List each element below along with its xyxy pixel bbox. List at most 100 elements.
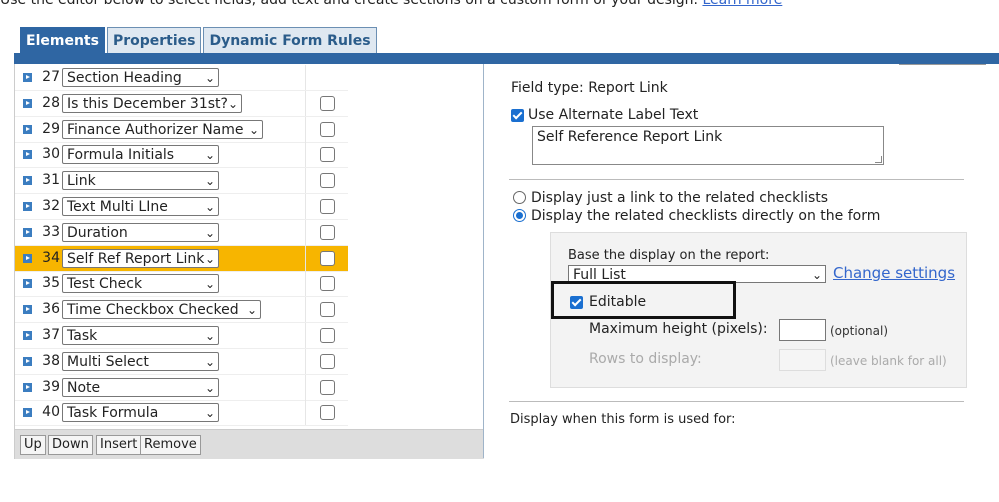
expand-arrow-icon[interactable] [23, 227, 32, 237]
editable-checkbox[interactable] [570, 296, 583, 309]
table-row[interactable]: 39 Note ⌄ [15, 374, 348, 401]
field-select[interactable]: Duration ⌄ [62, 222, 219, 242]
table-row[interactable]: 34 Self Ref Report Link ⌄ [15, 245, 348, 272]
tab-elements[interactable]: Elements [20, 27, 105, 54]
field-number: 29 [42, 120, 60, 137]
table-row[interactable]: 32 Text Multi LIne ⌄ [15, 194, 348, 220]
chevron-down-icon: ⌄ [204, 148, 215, 163]
field-select[interactable]: Text Multi LIne ⌄ [62, 197, 219, 216]
expand-arrow-icon[interactable] [23, 202, 32, 211]
insert-button[interactable]: Insert [96, 435, 142, 455]
field-select[interactable]: Test Check ⌄ [62, 274, 219, 294]
field-required-checkbox[interactable] [320, 276, 335, 292]
field-required-checkbox[interactable] [320, 173, 335, 189]
expand-arrow-icon[interactable] [23, 305, 32, 315]
field-number: 31 [42, 172, 60, 189]
chevron-down-icon: ⌄ [204, 406, 215, 421]
field-select[interactable]: Formula Initials ⌄ [62, 145, 219, 165]
intro-text: Use the editor below to select fields, a… [0, 0, 999, 10]
field-select[interactable]: Link ⌄ [62, 171, 219, 191]
column-divider [305, 323, 306, 348]
table-row[interactable]: 35 Test Check ⌄ [15, 271, 348, 298]
table-row[interactable]: 40 Task Formula ⌄ [15, 400, 348, 427]
field-required-checkbox[interactable] [320, 95, 335, 111]
up-button[interactable]: Up [20, 435, 46, 455]
expand-arrow-icon[interactable] [23, 331, 32, 340]
table-row[interactable]: 30 Formula Initials ⌄ [15, 142, 348, 169]
field-select[interactable]: Finance Authorizer Name ⌄ [62, 119, 263, 139]
field-required-checkbox[interactable] [320, 302, 335, 318]
expand-arrow-icon[interactable] [23, 124, 32, 134]
field-list-panel: 27 Section Heading ⌄ 28 Is this December 31s… [14, 64, 484, 459]
radio-display-direct[interactable] [513, 209, 526, 222]
field-required-checkbox[interactable] [320, 250, 335, 266]
change-settings-link[interactable]: Change settings [833, 264, 955, 282]
field-select[interactable]: Task ⌄ [62, 326, 219, 345]
field-required-checkbox[interactable] [320, 147, 335, 163]
table-row[interactable]: 28 Is this December 31st? ⌄ [15, 90, 348, 117]
chevron-down-icon: ⌄ [204, 380, 215, 395]
learn-more-link[interactable]: Learn more [702, 0, 782, 8]
resize-grip-icon[interactable] [875, 156, 882, 163]
field-required-checkbox[interactable] [320, 199, 335, 214]
top-rule [899, 64, 986, 65]
field-select[interactable]: Is this December 31st? ⌄ [62, 93, 242, 113]
field-required-checkbox[interactable] [320, 353, 335, 369]
column-divider [305, 142, 306, 168]
section-rule-1 [509, 179, 964, 180]
expand-arrow-icon[interactable] [23, 176, 32, 186]
editor-tabs: Elements Properties Dynamic Form Rules [20, 27, 377, 55]
column-divider [305, 116, 306, 142]
rows-label: Rows to display: [589, 351, 702, 367]
table-row[interactable]: 29 Finance Authorizer Name ⌄ [15, 116, 348, 143]
expand-arrow-icon[interactable] [23, 150, 32, 160]
field-select[interactable]: Multi Select ⌄ [62, 351, 219, 371]
field-select-value: Link [67, 173, 96, 190]
table-row[interactable]: 37 Task ⌄ [15, 323, 348, 349]
expand-arrow-icon[interactable] [23, 382, 32, 392]
down-button[interactable]: Down [48, 435, 93, 455]
use-alt-label-checkbox[interactable] [511, 109, 524, 122]
section-rule-2 [509, 401, 964, 402]
field-select[interactable]: Time Checkbox Checked ⌄ [62, 300, 261, 320]
expand-arrow-icon[interactable] [23, 279, 32, 289]
rows-input[interactable] [779, 349, 826, 371]
expand-arrow-icon[interactable] [23, 98, 32, 108]
field-required-checkbox[interactable] [320, 121, 335, 137]
field-number: 40 [42, 404, 60, 421]
table-row[interactable]: 33 Duration ⌄ [15, 219, 348, 246]
tab-header-bar [14, 53, 999, 64]
column-divider [305, 400, 306, 426]
field-select[interactable]: Task Formula ⌄ [62, 403, 219, 423]
alt-label-textarea[interactable]: Self Reference Report Link [532, 126, 884, 165]
remove-button[interactable]: Remove [140, 435, 201, 455]
expand-arrow-icon[interactable] [23, 356, 32, 366]
radio-display-direct-label: Display the related checklists directly … [531, 208, 881, 224]
optional-hint: (optional) [830, 324, 888, 338]
field-required-checkbox[interactable] [320, 328, 335, 343]
table-row[interactable]: 38 Multi Select ⌄ [15, 348, 348, 375]
radio-display-link[interactable] [513, 191, 526, 204]
field-select-value: Formula Initials [67, 147, 175, 164]
field-required-checkbox[interactable] [320, 405, 335, 421]
expand-arrow-icon[interactable] [23, 408, 32, 418]
table-row[interactable]: 31 Link ⌄ [15, 168, 348, 195]
field-required-checkbox[interactable] [320, 224, 335, 240]
column-divider [305, 245, 306, 271]
field-select[interactable]: Section Heading ⌄ [62, 68, 219, 87]
max-height-input[interactable] [779, 319, 826, 341]
expand-arrow-icon[interactable] [23, 73, 32, 82]
table-row[interactable]: 36 Time Checkbox Checked ⌄ [15, 297, 348, 324]
field-select[interactable]: Note ⌄ [62, 377, 219, 397]
field-select[interactable]: Self Ref Report Link ⌄ [62, 248, 219, 268]
radio-display-link-label: Display just a link to the related check… [531, 190, 829, 206]
field-number: 37 [42, 327, 60, 343]
expand-arrow-icon[interactable] [23, 253, 32, 263]
table-row[interactable]: 27 Section Heading ⌄ [15, 65, 348, 91]
field-number: 36 [42, 301, 60, 318]
tab-properties[interactable]: Properties [106, 27, 202, 54]
column-divider [305, 90, 306, 116]
field-required-checkbox[interactable] [320, 379, 335, 395]
field-number: 35 [42, 275, 60, 292]
tab-dynamic-form-rules[interactable]: Dynamic Form Rules [203, 27, 377, 54]
